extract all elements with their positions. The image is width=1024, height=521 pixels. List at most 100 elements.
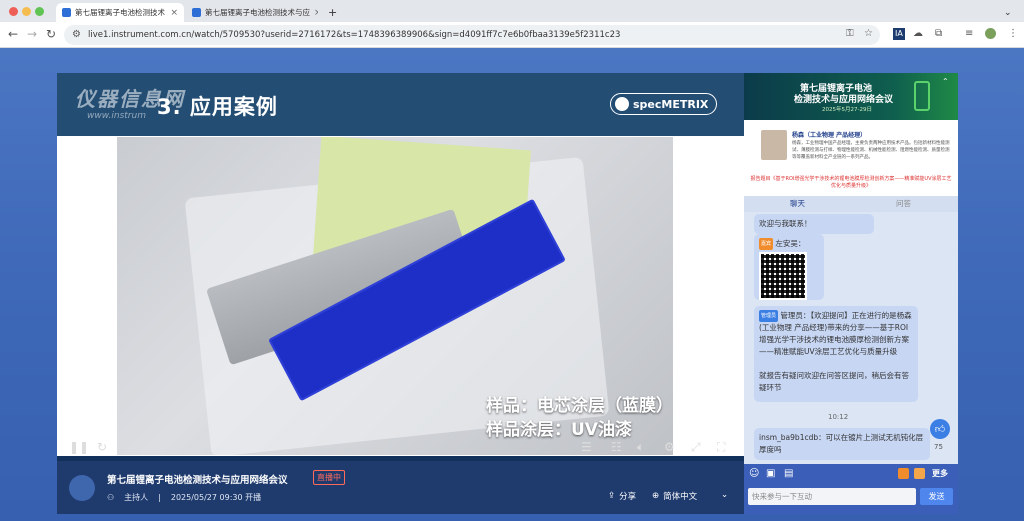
watermark-url: www.instrum bbox=[87, 111, 146, 121]
share-icon: ⇪ bbox=[608, 491, 616, 501]
tab-chat[interactable]: 聊天 bbox=[790, 198, 805, 209]
send-button[interactable]: 发送 bbox=[920, 488, 953, 505]
danmaku-toggle-icon[interactable]: ☷ bbox=[611, 440, 622, 454]
language-select[interactable]: ⊕ 简体中文 bbox=[652, 490, 697, 502]
settings-gear-icon[interactable]: ⚙ bbox=[664, 440, 675, 454]
tab-title: 第七届锂离子电池检测技术与应 bbox=[205, 8, 310, 17]
language-label: 简体中文 bbox=[663, 492, 698, 502]
brand-text: specMETRIX bbox=[633, 97, 709, 111]
close-tab-icon[interactable]: × bbox=[170, 8, 178, 18]
picture-in-picture-icon[interactable]: ⤢ bbox=[691, 440, 701, 454]
slide-body: 样品：电芯涂层（蓝膜） 样品涂层：UV油漆 bbox=[57, 136, 744, 456]
share-button[interactable]: ⇪ 分享 bbox=[608, 490, 636, 502]
site-info-icon[interactable]: ⚙ bbox=[72, 29, 81, 40]
chat-message: insm_ba9b1cdb：可以在镀片上测试无机钝化层厚度吗 bbox=[754, 428, 930, 460]
slide-header: 仪器信息网 www.instrum 3. 应用案例 specMETRIX bbox=[57, 73, 744, 136]
reading-list-icon[interactable]: ≡ bbox=[965, 28, 973, 40]
share-label: 分享 bbox=[619, 492, 637, 502]
reward-icon[interactable] bbox=[914, 468, 925, 479]
image-icon[interactable]: ▣ bbox=[766, 468, 775, 480]
start-time: 2025/05/27 09:30 开播 bbox=[170, 493, 262, 502]
volume-icon[interactable]: 🔈︎ bbox=[637, 440, 644, 454]
conference-banner: 第七届锂离子电池 检测技术与应用网络会议 2025年5月27-29日 ⌃ bbox=[744, 73, 958, 120]
player-controls: ❚❚ ↻ ☰ ☷ 🔈︎ ⚙ ⤢ ⛶ bbox=[57, 435, 744, 461]
globe-icon: ⊕ bbox=[652, 491, 660, 501]
speaker-description: 杨森，工业物理中国产品经理，主要负责两种应用技术产品。包括新材料性能测试、薄膜检… bbox=[792, 141, 950, 160]
message-user: 左安吴： bbox=[775, 239, 806, 248]
speaker-name: 杨森（工业物理 产品经理） bbox=[792, 132, 867, 139]
extensions-puzzle-icon[interactable]: ⧉ bbox=[935, 28, 942, 40]
reload-icon[interactable]: ↻ bbox=[46, 27, 56, 41]
extension-ia-icon[interactable]: IA bbox=[893, 28, 905, 40]
speaker-avatar bbox=[761, 130, 787, 160]
message-user: 管理员： bbox=[780, 311, 811, 320]
banner-subtitle: 检测技术与应用网络会议 bbox=[794, 95, 894, 105]
cloud-icon[interactable]: ☁ bbox=[913, 28, 923, 40]
video-player[interactable]: 仪器信息网 www.instrum 3. 应用案例 specMETRIX 样品：… bbox=[57, 73, 744, 514]
qr-code-image bbox=[759, 252, 807, 300]
guest-badge: 嘉宾 bbox=[759, 238, 774, 250]
forward-icon[interactable]: → bbox=[27, 27, 37, 41]
message-text: 【欢迎提问】正在进行的是杨森(工业物理 产品经理)带来的分享——基于ROI增强光… bbox=[759, 311, 912, 392]
stream-meta: ⚇ 主持人 | 2025/05/27 09:30 开播 bbox=[107, 492, 261, 503]
channel-logo-icon bbox=[69, 475, 95, 501]
message-user: insm_ba9b1cdb： bbox=[759, 433, 826, 442]
host-label: 主持人 bbox=[124, 493, 149, 502]
profile-avatar[interactable] bbox=[985, 28, 996, 39]
specmetrix-logo: specMETRIX bbox=[610, 93, 717, 115]
chat-input-bar: ☺ ▣ ▤ 更多 快来参与一下互动 发送 bbox=[744, 464, 958, 514]
browser-menu-icon[interactable]: ⋮ bbox=[1008, 28, 1018, 40]
side-panel: 第七届锂离子电池 检测技术与应用网络会议 2025年5月27-29日 ⌃ 杨森（… bbox=[744, 73, 958, 514]
talk-topic: 报告题目《基于ROI增强光学干涉技术的锂电池膜厚检测创新方案——精准赋能UV涂层… bbox=[750, 176, 952, 189]
maximize-window-button[interactable] bbox=[35, 7, 44, 16]
close-window-button[interactable] bbox=[9, 7, 18, 16]
pause-icon[interactable]: ❚❚ bbox=[69, 440, 89, 454]
like-count: 75 bbox=[934, 443, 943, 451]
more-button[interactable]: 更多 bbox=[932, 468, 948, 480]
like-button[interactable]: 👍︎ bbox=[930, 419, 950, 439]
chat-message: 嘉宾 左安吴： bbox=[754, 234, 824, 300]
speaker-card: 杨森（工业物理 产品经理） 杨森，工业物理中国产品经理，主要负责两种应用技术产品… bbox=[744, 120, 958, 196]
message-text: 欢迎与我联系！ bbox=[759, 219, 812, 228]
gift-icon[interactable] bbox=[898, 468, 909, 479]
battery-icon bbox=[914, 81, 930, 111]
bookmark-star-icon[interactable]: ☆ bbox=[864, 28, 873, 40]
tab-list-icon[interactable]: ⌄ bbox=[998, 3, 1018, 22]
host-icon: ⚇ bbox=[107, 493, 115, 502]
banner-date: 2025年5月27-29日 bbox=[822, 107, 872, 113]
close-tab-icon[interactable]: × bbox=[314, 8, 318, 18]
browser-address-bar: ← → ↻ ⚙ live1.instrument.com.cn/watch/57… bbox=[0, 22, 1024, 48]
thumbs-up-icon: 👍︎ bbox=[934, 424, 946, 435]
key-icon[interactable]: ⚿ bbox=[846, 28, 854, 40]
tab-qa[interactable]: 问答 bbox=[896, 198, 911, 209]
emoji-icon[interactable]: ☺ bbox=[749, 468, 759, 480]
minimize-window-button[interactable] bbox=[22, 7, 31, 16]
back-icon[interactable]: ← bbox=[8, 27, 18, 41]
browser-tab-active[interactable]: 第七届锂离子电池检测技术 × bbox=[56, 3, 184, 22]
chat-message: 管理员 管理员：【欢迎提问】正在进行的是杨森(工业物理 产品经理)带来的分享——… bbox=[754, 306, 918, 402]
tab-title: 第七届锂离子电池检测技术 bbox=[75, 8, 165, 17]
refresh-icon[interactable]: ↻ bbox=[97, 440, 107, 454]
chat-list[interactable]: 欢迎与我联系！ 嘉宾 左安吴： 管理员 管理员：【欢迎提问】正在进行的是杨森(工… bbox=[744, 212, 958, 464]
admin-badge: 管理员 bbox=[759, 310, 779, 322]
chat-input[interactable]: 快来参与一下互动 bbox=[748, 488, 916, 505]
new-tab-button[interactable]: + bbox=[322, 3, 340, 22]
stream-info-bar: 第七届锂离子电池检测技术与应用网络会议 直播中 ⚇ 主持人 | 2025/05/… bbox=[57, 461, 744, 514]
caption-line: 样品：电芯涂层（蓝膜） bbox=[486, 396, 673, 416]
slide-title: 3. 应用案例 bbox=[157, 95, 278, 119]
danmaku-settings-icon[interactable]: ☰ bbox=[581, 440, 592, 454]
panel-tabs: 聊天 问答 bbox=[744, 196, 958, 212]
url-field[interactable]: ⚙ live1.instrument.com.cn/watch/5709530?… bbox=[64, 25, 880, 45]
url-text: live1.instrument.com.cn/watch/5709530?us… bbox=[88, 30, 621, 40]
document-icon[interactable]: ▤ bbox=[784, 468, 793, 480]
stream-title: 第七届锂离子电池检测技术与应用网络会议 bbox=[107, 475, 288, 486]
time-divider: 10:12 bbox=[828, 413, 849, 421]
fullscreen-icon[interactable]: ⛶ bbox=[717, 440, 725, 454]
sample-photo: 样品：电芯涂层（蓝膜） 样品涂层：UV油漆 bbox=[117, 137, 673, 455]
meta-divider: | bbox=[158, 493, 161, 502]
spec-logo-icon bbox=[615, 97, 629, 111]
browser-tab[interactable]: 第七届锂离子电池检测技术与应 × bbox=[186, 3, 318, 22]
site-favicon-icon bbox=[62, 8, 71, 17]
expand-chevron-icon[interactable]: ⌄ bbox=[721, 490, 728, 500]
collapse-icon[interactable]: ⌃ bbox=[942, 77, 949, 86]
